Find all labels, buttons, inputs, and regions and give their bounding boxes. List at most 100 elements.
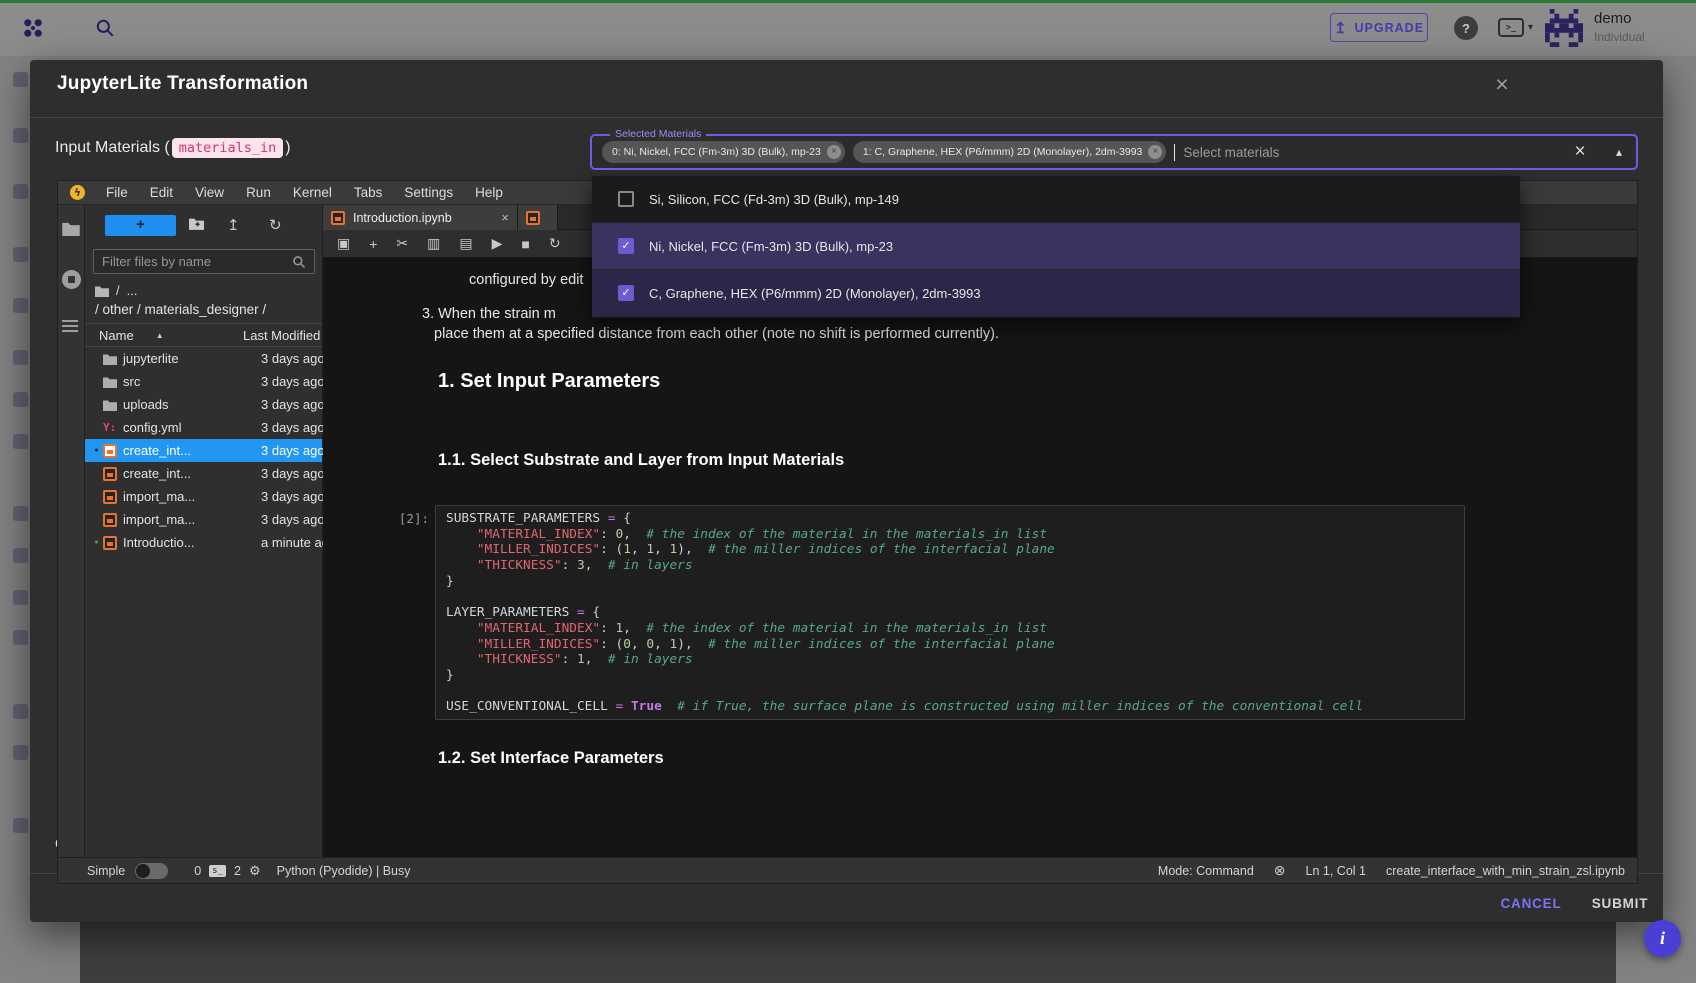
file-row[interactable]: ●create_int...3 days ago (85, 439, 322, 462)
file-browser-tab-icon[interactable] (62, 221, 80, 241)
running-sessions-icon[interactable] (62, 270, 81, 289)
kernel-sessions-icon[interactable]: ⚙ (249, 863, 261, 879)
active-filename: create_interface_with_min_strain_zsl.ipy… (1386, 864, 1625, 878)
code-line (446, 684, 1454, 700)
search-icon[interactable] (95, 18, 115, 43)
file-list-header[interactable]: Name ▲ Last Modified (85, 323, 322, 347)
materials-select-input[interactable]: Selected Materials 0: Ni, Nickel, FCC (F… (590, 134, 1638, 170)
menu-settings[interactable]: Settings (393, 181, 464, 205)
code-line: } (446, 668, 1454, 684)
code-line: } (446, 574, 1454, 590)
top-progress-bar (0, 0, 1696, 3)
code-line: "MILLER_INDICES": (1, 1, 1), # the mille… (446, 542, 1454, 558)
clear-icon[interactable]: × (1568, 140, 1592, 164)
cell-execution-prompt: [2]: (381, 511, 429, 526)
material-option[interactable]: ✓Si, Silicon, FCC (Fd-3m) 3D (Bulk), mp-… (592, 176, 1520, 223)
file-icon (103, 376, 123, 388)
markdown-list-item: 3. When the strain m (422, 306, 556, 322)
file-row[interactable]: src3 days ago (85, 370, 322, 393)
close-tab-icon[interactable]: × (501, 210, 509, 225)
column-name[interactable]: Name (99, 328, 134, 343)
upload-icon[interactable]: ↥ (227, 215, 240, 236)
menu-run[interactable]: Run (235, 181, 282, 205)
user-avatar[interactable] (1545, 9, 1583, 47)
material-chip[interactable]: 1: C, Graphene, HEX (P6/mmm) 2D (Monolay… (853, 141, 1167, 163)
file-row[interactable]: Y:config.yml3 days ago (85, 416, 322, 439)
material-option[interactable]: ✓C, Graphene, HEX (P6/mmm) 2D (Monolayer… (592, 270, 1520, 317)
help-icon[interactable]: ? (1454, 16, 1478, 40)
refresh-icon[interactable]: ↻ (269, 215, 282, 236)
file-name: uploads (123, 397, 169, 412)
file-row[interactable]: import_ma...3 days ago (85, 485, 322, 508)
file-row[interactable]: create_int...3 days ago (85, 462, 322, 485)
simple-mode-toggle[interactable] (135, 863, 168, 879)
column-last-modified[interactable]: Last Modified (243, 328, 320, 343)
file-row[interactable]: jupyterlite3 days ago (85, 347, 322, 370)
table-of-contents-icon[interactable] (62, 320, 78, 335)
new-folder-icon[interactable] (189, 215, 204, 236)
app-sidebar-icon (13, 548, 28, 563)
cancel-button[interactable]: CANCEL (1496, 889, 1566, 917)
material-option[interactable]: ✓Ni, Nickel, FCC (Fm-3m) 3D (Bulk), mp-2… (592, 223, 1520, 270)
simple-mode-label: Simple (87, 864, 125, 878)
kernel-status[interactable]: Python (Pyodide) | Busy (277, 864, 411, 878)
checkbox-icon[interactable]: ✓ (618, 238, 634, 254)
tab-partial[interactable] (518, 205, 558, 230)
collapse-arrow-icon[interactable]: ▴ (1616, 145, 1622, 159)
file-name: config.yml (123, 420, 182, 435)
checkbox-icon[interactable]: ✓ (618, 191, 634, 207)
code-line: "MATERIAL_INDEX": 0, # the index of the … (446, 527, 1454, 543)
save-icon[interactable]: ▣ (337, 235, 350, 252)
file-row[interactable]: ●Introductio...a minute ago (85, 531, 322, 554)
code-cell[interactable]: SUBSTRATE_PARAMETERS = { "MATERIAL_INDEX… (435, 505, 1465, 720)
notebook-icon (103, 467, 117, 481)
file-row[interactable]: import_ma...3 days ago (85, 508, 322, 531)
jupyterlite-dialog: JupyterLite Transformation × Input Mater… (30, 60, 1663, 922)
jupyter-left-sidebar (58, 205, 85, 857)
cut-cells-icon[interactable]: ✂ (396, 235, 408, 252)
paste-cells-icon[interactable]: ▤ (459, 235, 472, 252)
checkbox-icon[interactable]: ✓ (618, 285, 634, 301)
add-cell-icon[interactable]: + (369, 236, 377, 252)
app-sidebar-icon (13, 392, 28, 407)
breadcrumb-ellipsis[interactable]: ... (127, 283, 138, 298)
interrupt-kernel-icon[interactable]: ■ (521, 236, 529, 252)
console-menu-button[interactable]: >_ ▾ (1498, 18, 1533, 37)
app-topbar: ↥ UPGRADE ? >_ ▾ demo Individual (0, 0, 1696, 56)
breadcrumb[interactable]: / ... (95, 283, 137, 298)
copy-cells-icon[interactable]: ▥ (427, 235, 440, 252)
app-sidebar-icon (13, 184, 28, 199)
close-icon[interactable]: × (1488, 70, 1516, 98)
divider (30, 117, 1663, 118)
cursor-position[interactable]: Ln 1, Col 1 (1306, 864, 1366, 878)
app-sidebar-icon (13, 298, 28, 313)
new-launcher-button[interactable]: + (105, 215, 176, 236)
breadcrumb-root[interactable]: / (116, 283, 120, 298)
upgrade-button[interactable]: ↥ UPGRADE (1330, 13, 1428, 42)
user-name[interactable]: demo (1594, 10, 1632, 27)
breadcrumb-path[interactable]: / other / materials_designer / (95, 302, 266, 317)
chip-delete-icon[interactable]: × (827, 145, 841, 159)
menu-help[interactable]: Help (464, 181, 514, 205)
menu-tabs[interactable]: Tabs (343, 181, 394, 205)
run-cell-icon[interactable]: ▶ (492, 235, 503, 252)
menu-edit[interactable]: Edit (139, 181, 184, 205)
filter-files-input[interactable]: Filter files by name (93, 249, 315, 274)
tab-introduction-ipynb[interactable]: Introduction.ipynb × (323, 205, 518, 230)
restart-kernel-icon[interactable]: ↻ (549, 235, 561, 252)
materials-in-pill: materials_in (172, 138, 284, 158)
submit-button[interactable]: SUBMIT (1586, 889, 1654, 917)
folder-icon (103, 376, 117, 388)
menu-file[interactable]: File (95, 181, 139, 205)
file-row[interactable]: uploads3 days ago (85, 393, 322, 416)
notebook-content[interactable]: configured by edit 3. When the strain m … (323, 258, 1637, 857)
chip-delete-icon[interactable]: × (1148, 145, 1162, 159)
material-chip[interactable]: 0: Ni, Nickel, FCC (Fm-3m) 3D (Bulk), mp… (602, 141, 845, 163)
input-materials-prefix: Input Materials ( (55, 139, 170, 157)
input-materials-suffix: ) (285, 139, 290, 157)
mat3ra-logo-icon[interactable] (22, 17, 44, 44)
menu-view[interactable]: View (184, 181, 235, 205)
file-icon (103, 399, 123, 411)
menu-kernel[interactable]: Kernel (282, 181, 343, 205)
info-fab-button[interactable]: i (1644, 920, 1681, 957)
